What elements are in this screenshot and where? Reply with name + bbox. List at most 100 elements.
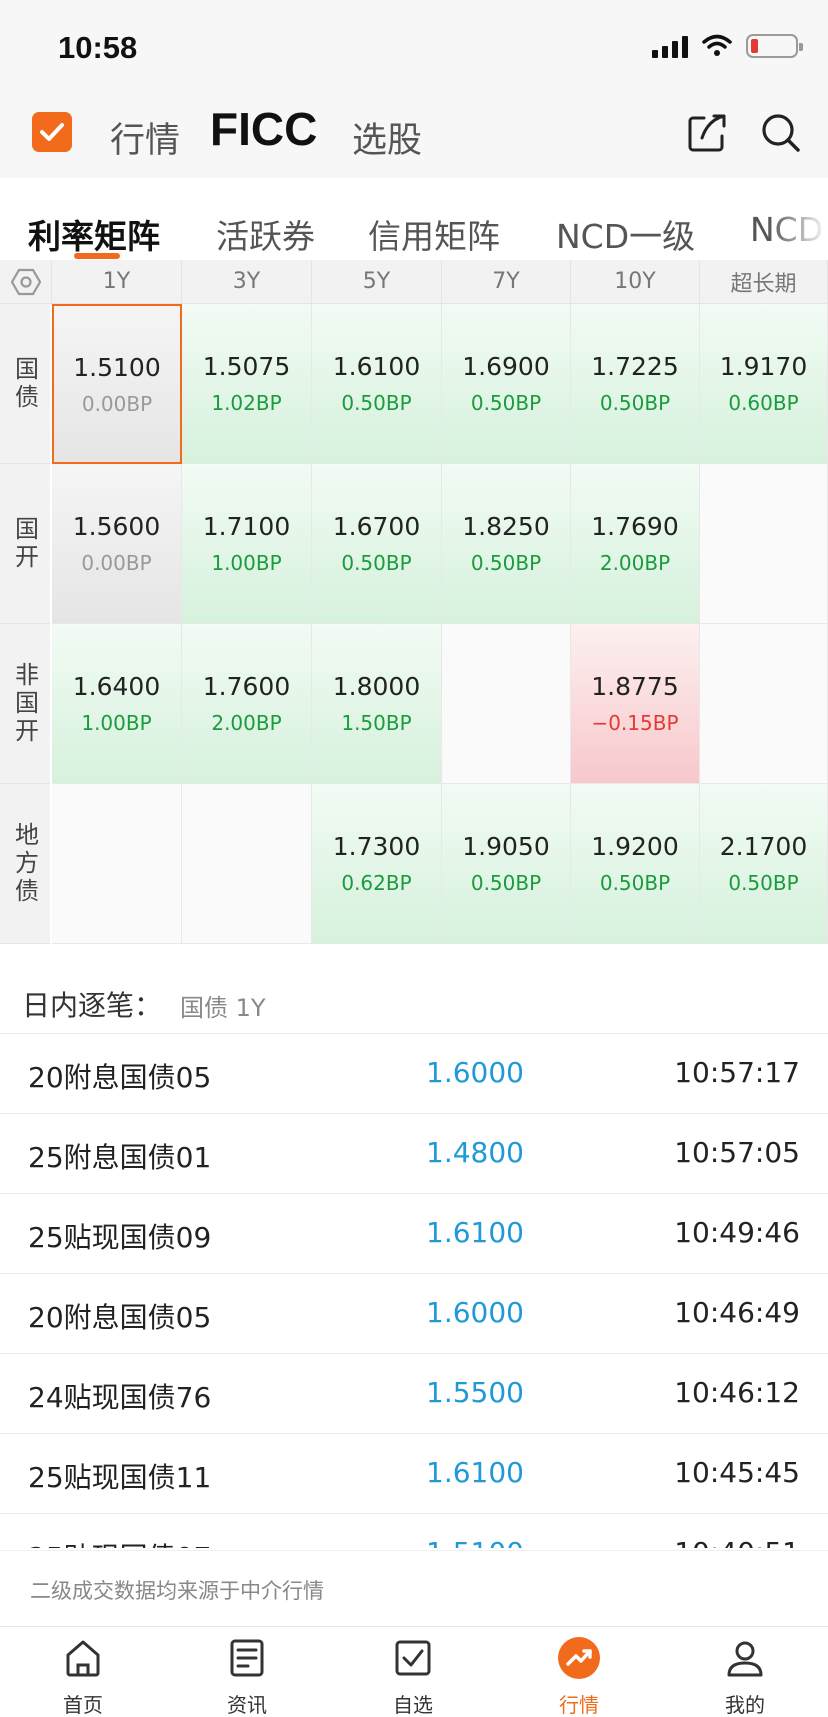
intraday-header: 日内逐笔： 国债 1Y [0,964,828,1034]
yield-change: 0.50BP [341,551,412,575]
row-header: 国开 [0,464,50,624]
row-header: 国债 [0,304,50,464]
matrix-cell[interactable]: 2.1700 0.50BP [700,784,828,944]
matrix-cell-empty [700,464,828,624]
matrix-cell-empty [52,784,182,944]
footnote-text: 二级成交数据均来源于中介行情 [30,1579,324,1603]
trade-time: 10:46:12 [674,1376,800,1409]
column-header: 1Y [52,260,182,304]
matrix-cell[interactable]: 1.5075 1.02BP [182,304,312,464]
sub-tabs: 利率矩阵 活跃券 信用矩阵 NCD一级 NCD [0,178,828,260]
yield-value: 1.5075 [202,352,291,381]
matrix-cell[interactable]: 1.6100 0.50BP [312,304,442,464]
trade-yield: 1.5500 [426,1376,524,1409]
trade-row[interactable]: 24贴现国债76 1.5500 10:46:12 [0,1354,828,1434]
nav-home-label: 首页 [63,1693,103,1717]
matrix-cell[interactable]: 1.5600 0.00BP [52,464,182,624]
yield-value: 1.8775 [591,672,679,701]
nav-home[interactable]: 首页 [28,1635,138,1717]
matrix-cell[interactable]: 1.6700 0.50BP [312,464,442,624]
matrix-cell[interactable]: 1.8775 −0.15BP [571,624,700,784]
yield-change: 1.02BP [211,391,282,415]
intraday-selection: 国债 1Y [180,994,266,1022]
footnote: 二级成交数据均来源于中介行情 [0,1550,828,1626]
yield-value: 1.6900 [462,352,550,381]
column-header: 10Y [571,260,700,304]
nav-market-label: 行情 [559,1693,599,1717]
tab-ficc[interactable]: FICC [210,102,317,156]
trade-yield: 1.6100 [426,1216,524,1249]
app-logo-icon[interactable] [32,112,72,152]
row-header: 非国开 [0,624,50,784]
row-header: 地方债 [0,784,50,944]
matrix-cell[interactable]: 1.5100 0.00BP [52,304,182,464]
tab-market[interactable]: 行情 [110,112,180,163]
matrix-cell[interactable]: 1.8250 0.50BP [442,464,571,624]
matrix-cell[interactable]: 1.7225 0.50BP [571,304,700,464]
watchlist-icon [390,1635,436,1681]
bond-name: 20附息国债05 [28,1061,212,1094]
matrix-settings-icon[interactable] [0,260,52,304]
matrix-cell[interactable]: 1.7100 1.00BP [182,464,312,624]
matrix-cell[interactable]: 1.8000 1.50BP [312,624,442,784]
yield-change: 0.50BP [599,391,671,415]
bond-name: 24贴现国债76 [28,1381,212,1414]
trade-row[interactable]: 25贴现国债07 1.5100 10:40:51 [0,1514,828,1548]
trade-time: 10:45:45 [674,1456,800,1489]
bond-name: 20附息国债05 [28,1301,212,1334]
yield-change: 0.62BP [341,871,412,895]
active-tab-indicator [74,253,120,259]
nav-market[interactable]: 行情 [524,1635,634,1717]
yield-change: 0.60BP [728,391,799,415]
column-header: 3Y [182,260,312,304]
yield-change: 2.00BP [599,551,671,575]
status-time: 10:58 [58,30,138,65]
yield-value: 1.6100 [332,352,421,381]
intraday-title: 日内逐笔： [22,989,163,1022]
yield-change: 0.50BP [599,871,671,895]
yield-value: 1.6700 [332,512,421,541]
subtab-ncd-primary[interactable]: NCD一级 [556,210,695,258]
trade-time: 10:57:05 [674,1136,800,1169]
trade-row[interactable]: 20附息国债05 1.6000 10:57:17 [0,1034,828,1114]
matrix-cell[interactable]: 1.6400 1.00BP [52,624,182,784]
row-header-label: 国开 [10,515,39,572]
trade-row[interactable]: 25附息国债01 1.4800 10:57:05 [0,1114,828,1194]
subtab-rate-matrix[interactable]: 利率矩阵 [28,210,160,258]
trade-row[interactable]: 20附息国债05 1.6000 10:46:49 [0,1274,828,1354]
bond-name: 25附息国债01 [28,1141,212,1174]
yield-change: 1.50BP [341,711,412,735]
yield-change: 1.00BP [211,551,282,575]
nav-watchlist[interactable]: 自选 [358,1635,468,1717]
subtab-active-bonds[interactable]: 活跃券 [216,210,315,258]
trade-row[interactable]: 25贴现国债11 1.6100 10:45:45 [0,1434,828,1514]
app-header: 行情 FICC 选股 [0,92,828,178]
trade-row[interactable]: 25贴现国债09 1.6100 10:49:46 [0,1194,828,1274]
trade-time: 10:40:51 [674,1536,800,1548]
yield-change: −0.15BP [591,711,679,735]
yield-value: 2.1700 [719,832,808,861]
nav-news[interactable]: 资讯 [192,1635,302,1717]
matrix-cell[interactable]: 1.7300 0.62BP [312,784,442,944]
profile-icon [722,1635,768,1681]
nav-profile[interactable]: 我的 [690,1635,800,1717]
matrix-cell[interactable]: 1.6900 0.50BP [442,304,571,464]
yield-change: 0.50BP [470,871,542,895]
bond-name: 25贴现国债11 [28,1461,212,1494]
matrix-cell[interactable]: 1.9200 0.50BP [571,784,700,944]
trade-yield: 1.6100 [426,1456,524,1489]
yield-change: 1.00BP [81,711,152,735]
yield-value: 1.7300 [332,832,421,861]
tab-stock-picker[interactable]: 选股 [352,112,422,163]
yield-value: 1.9200 [591,832,679,861]
share-icon[interactable] [684,110,730,156]
yield-value: 1.6400 [72,672,161,701]
matrix-cell[interactable]: 1.9170 0.60BP [700,304,828,464]
search-icon[interactable] [758,110,804,156]
matrix-cell[interactable]: 1.9050 0.50BP [442,784,571,944]
subtab-credit-matrix[interactable]: 信用矩阵 [368,210,500,258]
trade-yield: 1.4800 [426,1136,524,1169]
matrix-cell[interactable]: 1.7690 2.00BP [571,464,700,624]
yield-value: 1.7100 [202,512,291,541]
matrix-cell[interactable]: 1.7600 2.00BP [182,624,312,784]
